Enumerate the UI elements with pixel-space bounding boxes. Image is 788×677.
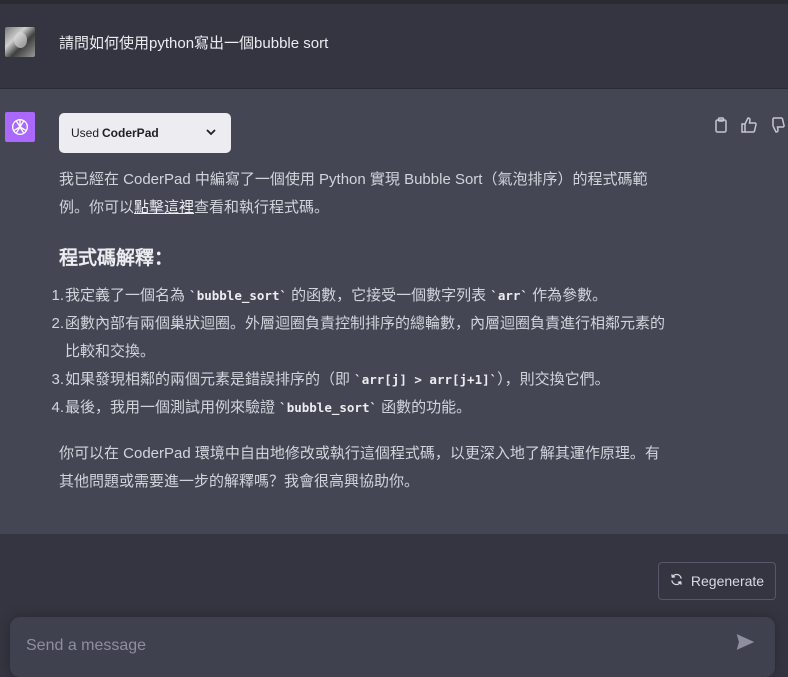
message-actions — [710, 116, 788, 134]
list-number: 3. — [51, 371, 64, 388]
assistant-message-row: Used CoderPad 我已經在 CoderPad 中編寫了一個使用 Pyt… — [0, 89, 788, 534]
regenerate-label: Regenerate — [690, 573, 765, 589]
plugin-name: CoderPad — [102, 126, 159, 140]
closing-line-1: 你可以在 CoderPad 環境中自由地修改或執行這個程式碼，以更深入地了解其運… — [59, 445, 660, 462]
send-icon[interactable] — [736, 633, 760, 657]
thumbs-down-icon[interactable] — [766, 116, 788, 134]
inline-code: `bubble_sort` — [279, 400, 378, 415]
list-number: 2. — [51, 315, 64, 332]
list-number: 4. — [51, 399, 64, 416]
message-input[interactable] — [24, 631, 708, 661]
inline-code: `bubble_sort` — [189, 288, 288, 303]
list-number: 1. — [51, 287, 64, 304]
inline-code: `arr` — [490, 288, 528, 303]
intro-prefix: 例。你可以 — [59, 199, 135, 216]
item-text: ），則交換它們。 — [497, 371, 610, 388]
item-text: 作為參數。 — [528, 287, 608, 304]
assistant-message-content: 我已經在 CoderPad 中編寫了一個使用 Python 實現 Bubble … — [51, 166, 709, 496]
inline-code: `arr[j] > arr[j+1]` — [354, 372, 498, 387]
intro-line-1: 我已經在 CoderPad 中編寫了一個使用 Python 實現 Bubble … — [59, 171, 648, 188]
refresh-icon — [670, 573, 683, 589]
closing-line-2: 其他問題或需要進一步的解釋嗎？我會很高興協助你。 — [59, 473, 420, 490]
thumbs-up-icon[interactable] — [738, 116, 760, 134]
item-text: 如果發現相鄰的兩個元素是錯誤排序的（即 — [65, 371, 355, 388]
list-item: 1. 我定義了一個名為 `bubble_sort` 的函數，它接受一個數字列表 … — [51, 282, 709, 310]
chatgpt-logo-icon — [5, 112, 35, 142]
intro-suffix: 查看和執行程式碼。 — [194, 199, 330, 216]
code-explanation-heading: 程式碼解釋： — [59, 248, 174, 269]
list-item: 4. 最後，我用一個測試用例來驗證 `bubble_sort` 函數的功能。 — [51, 394, 709, 422]
user-message-row: 請問如何使用python寫出一個bubble sort — [0, 4, 788, 89]
item-text: 比較和交換。 — [65, 343, 156, 360]
click-here-link[interactable]: 點擊這裡 — [134, 199, 194, 216]
item-text: 最後，我用一個測試用例來驗證 — [65, 399, 280, 416]
list-item: 2. 函數內部有兩個巢狀迴圈。外層迴圈負責控制排序的總輪數，內層迴圈負責進行相鄰… — [51, 310, 709, 366]
composer — [10, 617, 775, 677]
item-text: 的函數，它接受一個數字列表 — [287, 287, 491, 304]
intro-line-2: 例。你可以點擊這裡查看和執行程式碼。 — [59, 194, 709, 222]
regenerate-button[interactable]: Regenerate — [658, 562, 776, 600]
copy-icon[interactable] — [710, 116, 732, 134]
list-item: 3. 如果發現相鄰的兩個元素是錯誤排序的（即 `arr[j] > arr[j+1… — [51, 366, 709, 394]
user-avatar — [5, 27, 35, 57]
plugin-used-label: Used — [71, 126, 100, 140]
user-message-text: 請問如何使用python寫出一個bubble sort — [59, 35, 329, 52]
item-text: 我定義了一個名為 — [65, 287, 190, 304]
chevron-down-icon — [205, 126, 217, 141]
explanation-list: 1. 我定義了一個名為 `bubble_sort` 的函數，它接受一個數字列表 … — [51, 282, 709, 422]
plugin-used-dropdown[interactable]: Used CoderPad — [59, 113, 231, 153]
item-text: 函數的功能。 — [377, 399, 472, 416]
item-text: 函數內部有兩個巢狀迴圈。外層迴圈負責控制排序的總輪數，內層迴圈負責進行相鄰元素的 — [65, 315, 666, 332]
